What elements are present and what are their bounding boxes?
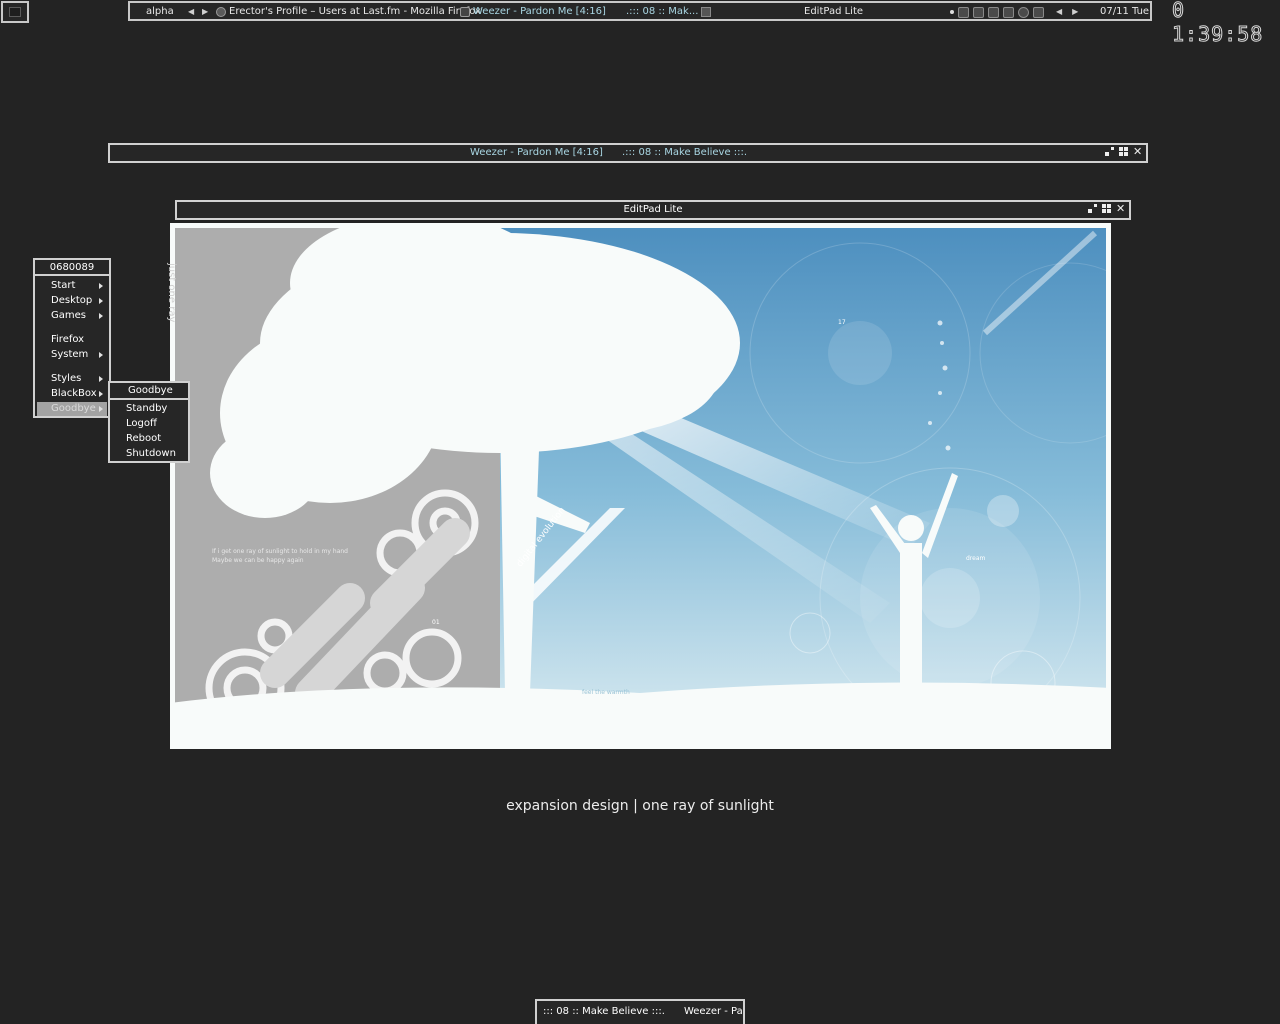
menu-item-shutdown[interactable]: Shutdown: [126, 447, 176, 461]
toolbar-date: 07/11 Tue: [1100, 6, 1150, 17]
desktop-corner-button[interactable]: [1, 1, 29, 23]
wallpaper-caption: expansion design | one ray of sunlight: [506, 798, 774, 814]
system-tray: ◀ ▶: [950, 5, 1078, 19]
toolbar: alpha ◀ ▶ Erector's Profile – Users at L…: [128, 1, 1152, 21]
root-menu: 0680089 Start Desktop Games Firefox Syst…: [33, 258, 111, 418]
goodbye-submenu-title: Goodbye: [110, 383, 188, 400]
winamp-title-playlist: .::: 08 :: Make Believe :::.: [622, 147, 748, 158]
workspace-label[interactable]: alpha: [146, 5, 174, 19]
submenu-arrow-icon: [99, 352, 103, 358]
clock: 0 1:39:58: [1172, 0, 1264, 47]
winamp-icon: [460, 7, 470, 17]
wallpaper-side-text: just one ray: [166, 263, 177, 323]
submenu-arrow-icon: [99, 298, 103, 304]
toolbar-window-title: EditPad Lite: [804, 6, 864, 17]
task-label: Erector's Profile – Users at Last.fm - M…: [229, 6, 481, 17]
wallpaper-graphic: [170, 223, 1111, 749]
menu-item-system[interactable]: System: [51, 348, 88, 362]
tray-prev-icon[interactable]: ◀: [1056, 5, 1062, 19]
wallpaper-number-01: 01: [432, 619, 440, 626]
submenu-arrow-icon: [99, 313, 103, 319]
tray-next-icon[interactable]: ▶: [1072, 5, 1078, 19]
submenu-arrow-icon: [99, 391, 103, 397]
menu-item-styles[interactable]: Styles: [51, 372, 81, 386]
wallpaper-bottom-text: feel the warmth: [582, 689, 630, 696]
tray-app-icon[interactable]: [973, 6, 984, 18]
wallpaper-number-17: 17: [838, 319, 846, 326]
wallpaper-lyric-1: If i get one ray of sunlight to hold in …: [212, 548, 348, 555]
slit-scrolling-text: ::: 08 :: Make Believe :::. Weezer - Par…: [543, 1006, 743, 1017]
menu-item-reboot[interactable]: Reboot: [126, 432, 161, 446]
menu-item-standby[interactable]: Standby: [126, 402, 167, 416]
close-icon[interactable]: ✕: [1116, 203, 1125, 214]
tray-volume-icon[interactable]: [1018, 6, 1029, 18]
winamp-title-track: Weezer - Pardon Me [4:16]: [470, 147, 603, 158]
tray-dot-icon: [950, 10, 954, 14]
editpad-window-titlebar[interactable]: EditPad Lite ✕: [175, 200, 1131, 220]
minimize-icon[interactable]: [1105, 147, 1114, 156]
task-foobar[interactable]: .::: 08 :: Mak...: [626, 5, 712, 19]
menu-item-goodbye-label: Goodbye: [51, 403, 96, 414]
editpad-title: EditPad Lite: [623, 204, 683, 215]
menu-item-start[interactable]: Start: [51, 279, 75, 293]
winamp-window-titlebar[interactable]: Weezer - Pardon Me [4:16] .::: 08 :: Mak…: [108, 143, 1148, 163]
task-label: Weezer - Pardon Me [4:16]: [473, 6, 606, 17]
close-icon[interactable]: ✕: [1133, 146, 1142, 157]
workspace-next-icon[interactable]: ▶: [202, 5, 208, 19]
task-firefox[interactable]: Erector's Profile – Users at Last.fm - M…: [216, 5, 481, 19]
wallpaper-dream-text: dream: [966, 555, 986, 562]
task-label: .::: 08 :: Mak...: [626, 6, 699, 17]
menu-item-logoff[interactable]: Logoff: [126, 417, 157, 431]
menu-item-goodbye[interactable]: Goodbye: [37, 402, 107, 416]
menu-item-firefox[interactable]: Firefox: [51, 333, 84, 347]
tray-tool-icon[interactable]: [1003, 6, 1014, 18]
workspace-prev-icon[interactable]: ◀: [188, 5, 194, 19]
firefox-icon: [216, 7, 226, 17]
wallpaper-image: just one ray If i get one ray of sunligh…: [166, 223, 1111, 749]
maximize-icon[interactable]: [1119, 147, 1128, 156]
editpad-icon: [701, 7, 712, 17]
submenu-arrow-icon: [99, 406, 103, 412]
square-icon: [9, 7, 21, 17]
submenu-arrow-icon: [99, 376, 103, 382]
menu-item-games[interactable]: Games: [51, 309, 86, 323]
wallpaper-lyric-2: Maybe we can be happy again: [212, 557, 304, 564]
tray-security-icon[interactable]: [1033, 6, 1044, 18]
minimize-icon[interactable]: [1088, 204, 1097, 213]
menu-item-desktop[interactable]: Desktop: [51, 294, 92, 308]
root-menu-title: 0680089: [35, 260, 109, 276]
maximize-icon[interactable]: [1102, 204, 1111, 213]
tray-winamp-icon[interactable]: [958, 6, 969, 18]
task-winamp[interactable]: Weezer - Pardon Me [4:16]: [460, 5, 606, 19]
submenu-arrow-icon: [99, 283, 103, 289]
goodbye-submenu: Goodbye Standby Logoff Reboot Shutdown: [108, 381, 190, 463]
menu-item-blackbox[interactable]: BlackBox: [51, 387, 97, 401]
tray-network-icon[interactable]: [988, 6, 999, 18]
slit-now-playing[interactable]: ::: 08 :: Make Believe :::. Weezer - Par…: [535, 999, 745, 1024]
